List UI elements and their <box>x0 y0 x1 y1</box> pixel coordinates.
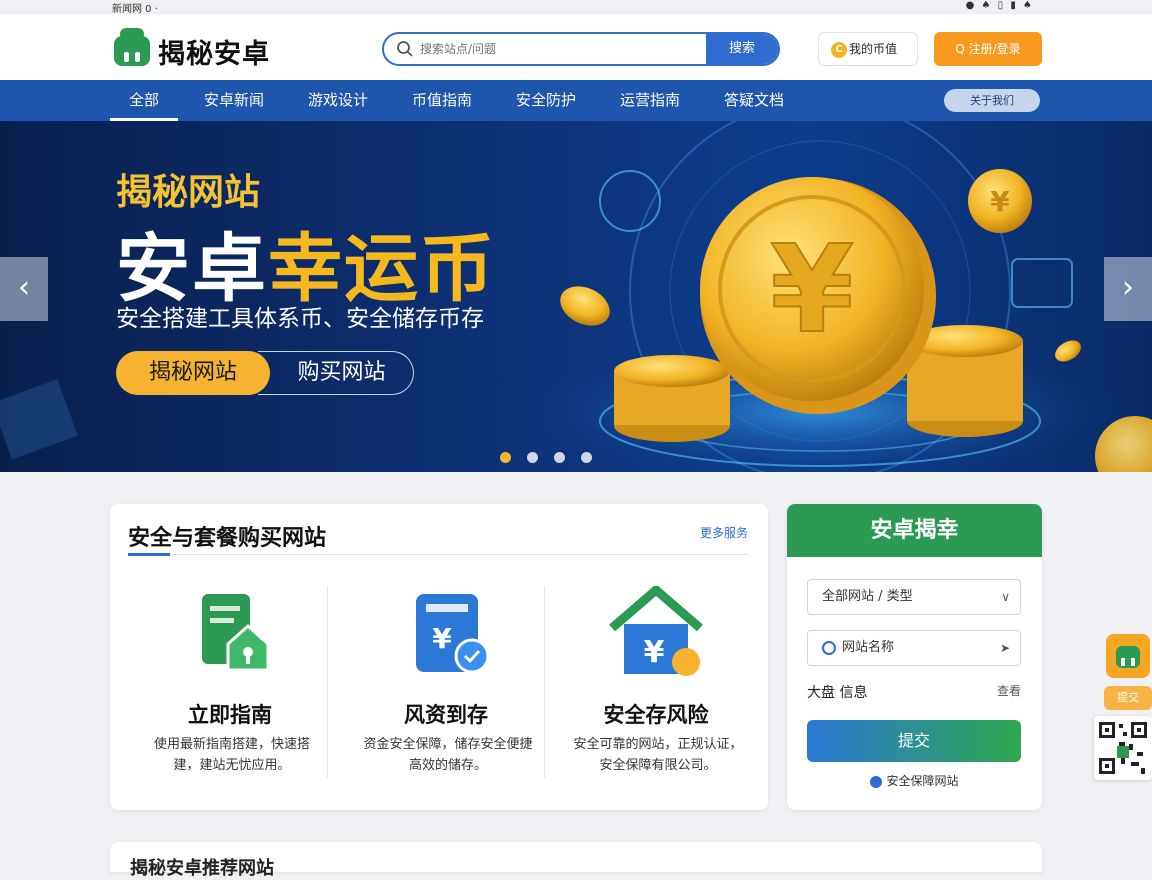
feature-desc: 安全可靠的网站，正规认证，安全保障有限公司。 <box>573 737 743 773</box>
card-title: 安全与套餐购买网站 <box>128 526 327 551</box>
main-nav: 全部 安卓新闻 游戏设计 币值指南 安全防护 运营指南 答疑文档 关于我们 <box>0 80 1152 121</box>
view-link[interactable]: 查看 <box>997 682 1021 699</box>
carousel-prev-icon[interactable]: ‹ <box>0 257 48 321</box>
hero-primary-button[interactable]: 揭秘网站 <box>116 351 270 395</box>
nav-item-security[interactable]: 安全防护 <box>516 80 576 121</box>
recommend-card: 揭秘安卓推荐网站 <box>110 842 1042 879</box>
android-logo-icon[interactable] <box>112 26 152 68</box>
nav-item-all[interactable]: 全部 <box>110 80 178 121</box>
divider <box>544 586 545 778</box>
site-type-select-value: 全部网站 / 类型 <box>822 589 913 604</box>
safety-note: 安全保障网站 <box>787 772 1042 789</box>
login-register-button[interactable]: Q 注册/登录 <box>934 32 1042 66</box>
qr-code-icon[interactable] <box>1094 716 1152 780</box>
hero-description: 安全搭建工具体系币、安全储存币存 <box>116 306 484 332</box>
submit-button[interactable]: 提交 <box>807 720 1021 762</box>
carousel-dot[interactable] <box>500 452 511 463</box>
carousel-dots <box>500 448 608 467</box>
search-box: 搜索 <box>382 32 780 66</box>
nav-item-operations[interactable]: 运营指南 <box>620 80 680 121</box>
side-query-card: 安卓揭幸 全部网站 / 类型 ∨ 网站名称 ➤ 大盘 信息 查看 提交 安全保障… <box>787 504 1042 810</box>
site-logo-text[interactable]: 揭秘安卓 <box>158 32 270 71</box>
arrow-right-icon: ➤ <box>999 641 1010 655</box>
wallet-check-icon: ¥ <box>416 594 490 674</box>
site-type-select[interactable]: 全部网站 / 类型 ∨ <box>807 579 1021 615</box>
status-right: ● ♠ ▯ ▮ ♠ <box>965 0 1034 11</box>
search-button[interactable]: 搜索 <box>706 34 778 64</box>
feature-card[interactable]: 立即指南 使用最新指南搭建，快速搭建，建站无忧应用。 <box>130 584 330 784</box>
house-coin-icon: ¥ <box>609 586 703 676</box>
divider <box>128 554 748 555</box>
svg-text:¥: ¥ <box>432 622 452 655</box>
feature-title: 安全存风险 <box>603 703 709 727</box>
market-info-row: 大盘 信息 查看 <box>807 682 1021 702</box>
about-pill-button[interactable]: 关于我们 <box>944 89 1040 112</box>
status-bar: 新闻网 0 · ● ♠ ▯ ▮ ♠ <box>0 0 1152 15</box>
my-coins-label: 我的币值 <box>849 42 898 56</box>
nav-item-faq[interactable]: 答疑文档 <box>724 80 784 121</box>
top-header: 揭秘安卓 搜索 C 我的币值 Q 注册/登录 <box>0 14 1152 80</box>
hero-subtitle: 揭秘网站 <box>116 172 261 213</box>
float-submit-button[interactable]: 提交 <box>1104 686 1152 710</box>
svg-text:¥: ¥ <box>990 185 1010 218</box>
svg-text:¥: ¥ <box>770 221 854 360</box>
site-name-field-value: 网站名称 <box>842 640 895 655</box>
nav-item-coin-guide[interactable]: 币值指南 <box>412 80 472 121</box>
hero-banner: ¥ ¥ 揭秘网站 安卓幸运币 安全搭建工具体系币、安全储存币存 购买网站 揭秘网… <box>0 121 1152 472</box>
more-services-link[interactable]: 更多服务 <box>700 524 748 541</box>
carousel-dot[interactable] <box>581 452 592 463</box>
feature-desc: 使用最新指南搭建，快速搭建，建站无忧应用。 <box>153 737 310 773</box>
nav-item-android-news[interactable]: 安卓新闻 <box>204 80 264 121</box>
nav-item-game-design[interactable]: 游戏设计 <box>308 80 368 121</box>
shield-icon <box>870 775 883 788</box>
coin-icon: C <box>831 42 847 58</box>
carousel-next-icon[interactable]: › <box>1104 257 1152 321</box>
carousel-dot[interactable] <box>554 452 565 463</box>
my-coins-button[interactable]: C 我的币值 <box>818 32 918 66</box>
status-left: 新闻网 0 · <box>112 4 158 15</box>
feature-card[interactable]: ¥ 风资到存 资金安全保障，储存安全便捷高效的储存。 <box>346 584 546 784</box>
safety-note-text: 安全保障网站 <box>886 774 959 788</box>
safety-purchase-card: 安全与套餐购买网站 更多服务 立即指南 使用最新指南搭建，快速搭建，建站无忧应用… <box>110 504 768 810</box>
search-input[interactable] <box>420 39 680 59</box>
chevron-down-icon: ∨ <box>1001 590 1010 604</box>
site-name-field[interactable]: 网站名称 ➤ <box>807 630 1021 666</box>
feature-title: 立即指南 <box>188 703 272 727</box>
document-house-icon <box>202 594 270 672</box>
globe-icon <box>822 640 836 655</box>
divider <box>327 586 328 778</box>
search-icon <box>397 41 413 57</box>
carousel-dot[interactable] <box>527 452 538 463</box>
side-card-title: 安卓揭幸 <box>787 504 1042 557</box>
recommend-card-title: 揭秘安卓推荐网站 <box>130 858 274 879</box>
hero-buy-button[interactable]: 购买网站 <box>258 351 414 395</box>
svg-text:¥: ¥ <box>644 635 665 670</box>
market-info-label: 大盘 信息 <box>807 685 868 701</box>
android-float-icon[interactable] <box>1106 634 1150 678</box>
feature-desc: 资金安全保障，储存安全便捷高效的储存。 <box>363 737 533 773</box>
title-underline <box>128 553 170 556</box>
feature-card[interactable]: ¥ 安全存风险 安全可靠的网站，正规认证，安全保障有限公司。 <box>556 584 756 784</box>
feature-title: 风资到存 <box>404 703 488 727</box>
